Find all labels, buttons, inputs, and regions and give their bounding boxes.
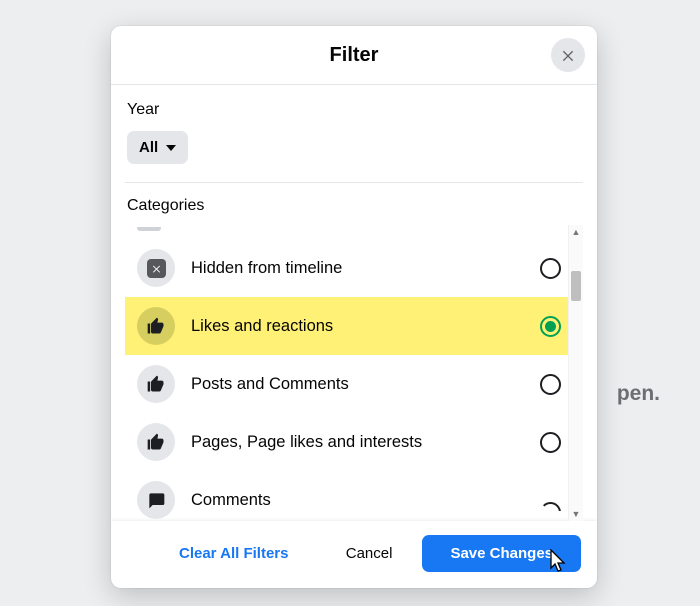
thumb-icon xyxy=(137,423,175,461)
scroll-up-icon[interactable]: ▲ xyxy=(569,225,583,239)
categories-scroll-area[interactable]: Hidden from timeline Likes and reactions… xyxy=(125,227,583,521)
thumb-icon xyxy=(137,365,175,403)
category-label: Pages, Page likes and interests xyxy=(191,433,540,452)
modal-footer: Clear All Filters Cancel Save Changes xyxy=(111,521,597,588)
category-radio[interactable] xyxy=(540,258,561,279)
close-button[interactable] xyxy=(551,38,585,72)
filter-modal: Filter Year All Categories Hidden from t… xyxy=(111,26,597,588)
thumb-icon xyxy=(137,307,175,345)
year-dropdown[interactable]: All xyxy=(127,131,188,164)
close-icon xyxy=(560,47,576,63)
category-radio[interactable] xyxy=(540,502,561,522)
scroll-down-icon[interactable]: ▼ xyxy=(569,507,583,521)
clear-filters-button[interactable]: Clear All Filters xyxy=(169,535,298,572)
modal-header: Filter xyxy=(111,26,597,85)
category-row[interactable]: Hidden from timeline xyxy=(125,239,583,297)
categories-section-label: Categories xyxy=(127,197,583,215)
category-radio[interactable] xyxy=(540,432,561,453)
scrollbar[interactable]: ▲ ▼ xyxy=(568,225,583,521)
comment-icon xyxy=(137,481,175,519)
scroll-thumb[interactable] xyxy=(571,271,581,301)
category-row[interactable]: Pages, Page likes and interests xyxy=(125,413,583,471)
partial-item-top xyxy=(137,227,161,231)
category-row[interactable]: Comments xyxy=(125,471,583,521)
category-radio[interactable] xyxy=(540,316,561,337)
background-partial-text: pen. xyxy=(617,382,660,406)
category-row[interactable]: Posts and Comments xyxy=(125,355,583,413)
category-label: Posts and Comments xyxy=(191,375,540,394)
category-label: Hidden from timeline xyxy=(191,259,540,278)
category-radio[interactable] xyxy=(540,374,561,395)
categories-container: Hidden from timeline Likes and reactions… xyxy=(125,227,583,521)
chevron-down-icon xyxy=(166,145,176,151)
category-label: Comments xyxy=(191,491,540,510)
year-section-label: Year xyxy=(127,101,583,119)
cancel-button[interactable]: Cancel xyxy=(332,535,407,572)
divider xyxy=(125,182,583,183)
modal-body: Year All Categories Hidden from timeline xyxy=(111,85,597,521)
year-value: All xyxy=(139,139,158,156)
hidden-icon xyxy=(137,249,175,287)
category-row[interactable]: Likes and reactions xyxy=(125,297,583,355)
modal-title: Filter xyxy=(330,44,379,67)
category-label: Likes and reactions xyxy=(191,317,540,336)
save-button[interactable]: Save Changes xyxy=(422,535,581,572)
